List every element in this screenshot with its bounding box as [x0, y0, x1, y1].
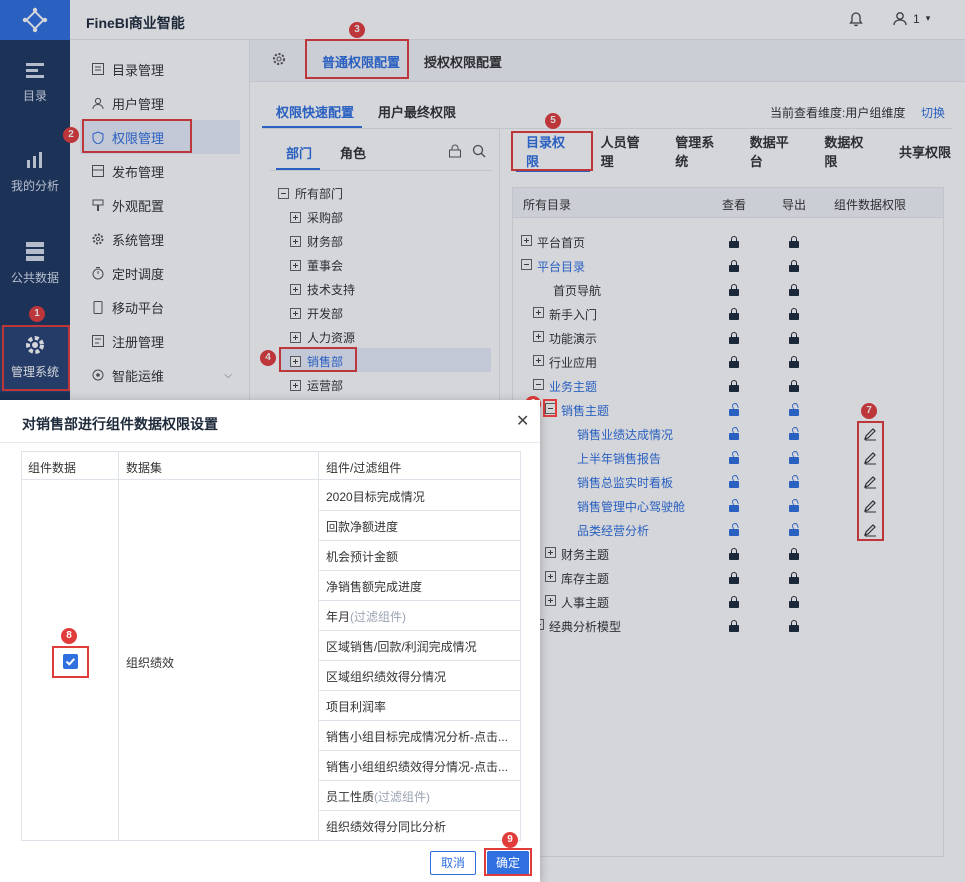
step-9-badge: 9 — [502, 832, 518, 848]
component-name: 销售小组目标完成情况分析-点击... — [326, 730, 508, 744]
component-name: 员工性质 — [326, 790, 375, 804]
close-icon[interactable]: ✕ — [516, 414, 529, 430]
component-suffix: (过滤组件) — [374, 790, 431, 804]
component-name: 销售小组组织绩效得分情况-点击... — [326, 760, 508, 774]
header-component: 组件/过滤组件 — [326, 461, 402, 475]
step-8-highlight — [52, 646, 89, 678]
step-9-highlight — [484, 848, 532, 876]
component-name: 机会预计金额 — [326, 550, 399, 564]
dialog-title: 对销售部进行组件数据权限设置 — [22, 416, 218, 432]
component-row: 组织绩效得分同比分析 — [319, 811, 520, 841]
component-row: 区域组织绩效得分情况 — [319, 661, 520, 691]
dataset-name: 组织绩效 — [126, 656, 175, 670]
component-name: 区域组织绩效得分情况 — [326, 670, 447, 684]
component-row: 年月(过滤组件) — [319, 601, 520, 631]
component-name: 组织绩效得分同比分析 — [326, 820, 447, 834]
component-row: 2020目标完成情况 — [319, 481, 520, 511]
component-name: 区域销售/回款/利润完成情况 — [326, 640, 477, 654]
header-component-data: 组件数据 — [28, 461, 77, 475]
dialog-table-header — [22, 452, 520, 480]
component-row: 员工性质(过滤组件) — [319, 781, 520, 811]
component-name: 净销售额完成进度 — [326, 580, 423, 594]
dialog-divider — [0, 442, 540, 443]
component-row: 项目利润率 — [319, 691, 520, 721]
component-name: 2020目标完成情况 — [326, 490, 425, 504]
component-suffix: (过滤组件) — [350, 610, 407, 624]
header-dataset: 数据集 — [126, 461, 163, 475]
component-name: 项目利润率 — [326, 700, 387, 714]
component-row: 销售小组组织绩效得分情况-点击... — [319, 751, 520, 781]
component-row: 净销售额完成进度 — [319, 571, 520, 601]
component-row: 区域销售/回款/利润完成情况 — [319, 631, 520, 661]
component-row: 回款净额进度 — [319, 511, 520, 541]
cancel-button[interactable]: 取消 — [430, 851, 476, 875]
step-8-badge: 8 — [61, 628, 77, 644]
component-name: 年月 — [326, 610, 351, 624]
step-6-highlight — [543, 399, 557, 417]
component-row: 机会预计金额 — [319, 541, 520, 571]
component-name: 回款净额进度 — [326, 520, 399, 534]
component-row: 销售小组目标完成情况分析-点击... — [319, 721, 520, 751]
col-divider — [118, 452, 119, 840]
